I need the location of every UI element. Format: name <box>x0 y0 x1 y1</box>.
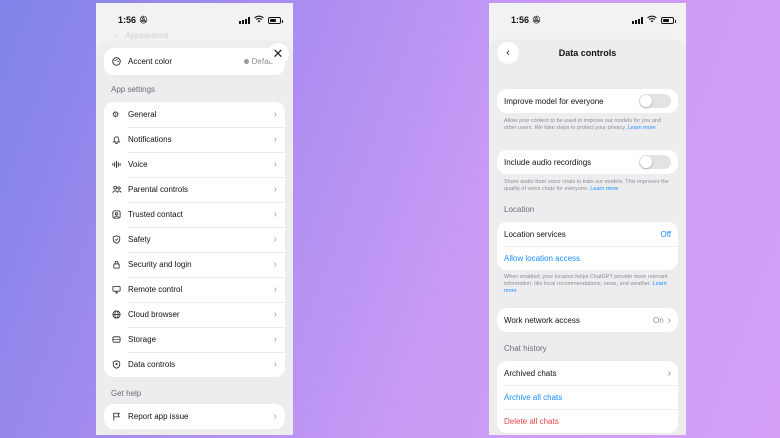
people-icon <box>112 185 128 194</box>
waveform-icon <box>112 160 128 169</box>
settings-item-data-controls[interactable]: Data controls › <box>104 352 285 377</box>
chevron-right-icon: › <box>273 359 277 370</box>
archived-chats-row[interactable]: Archived chats › <box>497 361 678 385</box>
silent-bell-icon: 🔕︎ <box>139 17 148 24</box>
monitor-icon <box>112 285 128 294</box>
location-services-value: Off <box>660 229 671 239</box>
accent-color-label: Accent color <box>128 57 173 66</box>
palette-icon <box>112 57 128 66</box>
left-phone-screen: 1:56 🔕︎ ☼ Appearance ✕ Accent color Defa… <box>96 3 293 435</box>
archived-chats-label: Archived chats <box>504 368 557 378</box>
app-settings-card: ⚙︎ General › Notifications › Voice › Par… <box>104 102 285 377</box>
settings-item-cloud-browser[interactable]: Cloud browser › <box>104 302 285 327</box>
chevron-right-icon: › <box>273 284 277 295</box>
close-icon: ✕ <box>272 46 284 61</box>
work-network-label: Work network access <box>504 315 580 325</box>
chevron-right-icon: › <box>273 209 277 220</box>
audio-card: Include audio recordings <box>497 150 678 174</box>
audio-recordings-toggle[interactable] <box>639 155 671 169</box>
status-bar: 1:56 🔕︎ <box>489 3 686 37</box>
close-button[interactable]: ✕ <box>267 43 289 65</box>
get-help-header: Get help <box>111 389 142 398</box>
location-services-row[interactable]: Location services Off <box>497 222 678 246</box>
page-title: Data controls <box>558 48 617 58</box>
audio-recordings-row: Include audio recordings <box>497 150 678 174</box>
shield-icon <box>112 235 128 244</box>
chevron-right-icon: › <box>273 234 277 245</box>
work-network-row[interactable]: Work network access On › <box>497 308 678 332</box>
archive-all-button[interactable]: Archive all chats <box>504 393 671 402</box>
delete-all-button[interactable]: Delete all chats <box>504 417 671 426</box>
chevron-right-icon: › <box>273 184 277 195</box>
improve-model-note: Allow your content to be used to improve… <box>504 118 662 131</box>
settings-item-report-issue[interactable]: Report app issue › <box>104 404 285 429</box>
contact-icon <box>112 210 128 219</box>
bell-icon <box>112 135 128 144</box>
cellular-signal-icon <box>632 16 643 24</box>
get-help-card: Report app issue › <box>104 404 285 429</box>
accent-color-row[interactable]: Accent color Default <box>104 48 285 75</box>
accent-color-swatch <box>243 59 249 64</box>
improve-model-label: Improve model for everyone <box>504 96 604 106</box>
chat-history-header: Chat history <box>504 344 547 353</box>
audio-note: Share audio from voice chats to train ou… <box>504 179 669 192</box>
chevron-right-icon: › <box>667 314 671 326</box>
chevron-right-icon: › <box>273 159 277 170</box>
settings-item-general[interactable]: ⚙︎ General › <box>104 102 285 127</box>
status-bar: 1:56 🔕︎ <box>96 3 293 37</box>
chevron-right-icon: › <box>667 367 671 379</box>
delete-all-row[interactable]: Delete all chats <box>497 409 678 433</box>
audio-learn-more-link[interactable]: Learn more <box>590 186 618 192</box>
flag-icon <box>112 412 128 421</box>
settings-item-security-login[interactable]: Security and login › <box>104 252 285 277</box>
chevron-right-icon: › <box>273 411 277 422</box>
improve-model-row: Improve model for everyone <box>497 89 678 113</box>
chat-history-card: Archived chats › Archive all chats Delet… <box>497 361 678 433</box>
location-header: Location <box>504 205 535 214</box>
chevron-right-icon: › <box>273 134 277 145</box>
app-settings-header: App settings <box>111 85 156 94</box>
allow-location-button[interactable]: Allow location access <box>504 254 671 263</box>
chevron-right-icon: › <box>273 109 277 120</box>
status-time: 1:56 <box>511 15 530 25</box>
settings-item-remote-control[interactable]: Remote control › <box>104 277 285 302</box>
chevron-right-icon: › <box>273 309 277 320</box>
archive-all-row[interactable]: Archive all chats <box>497 385 678 409</box>
chevron-right-icon: › <box>273 259 277 270</box>
battery-icon <box>661 16 676 24</box>
improve-model-toggle[interactable] <box>639 94 671 108</box>
wifi-icon <box>254 15 264 25</box>
improve-model-card: Improve model for everyone <box>497 89 678 113</box>
accent-card: Accent color Default <box>104 48 285 75</box>
wifi-icon <box>647 15 657 25</box>
data-shield-icon <box>112 360 128 369</box>
battery-icon <box>268 16 283 24</box>
settings-item-notifications[interactable]: Notifications › <box>104 127 285 152</box>
lock-icon <box>112 260 128 269</box>
improve-model-learn-more-link[interactable]: Learn more <box>628 125 656 131</box>
settings-item-safety[interactable]: Safety › <box>104 227 285 252</box>
location-card: Location services Off Allow location acc… <box>497 222 678 270</box>
settings-item-trusted-contact[interactable]: Trusted contact › <box>104 202 285 227</box>
storage-icon <box>112 335 128 344</box>
audio-recordings-label: Include audio recordings <box>504 157 592 167</box>
location-note: When enabled, your location helps ChatGP… <box>504 274 668 294</box>
chevron-right-icon: › <box>273 334 277 345</box>
settings-item-storage[interactable]: Storage › <box>104 327 285 352</box>
allow-location-row[interactable]: Allow location access <box>497 246 678 270</box>
gear-icon: ⚙︎ <box>112 110 120 119</box>
settings-item-voice[interactable]: Voice › <box>104 152 285 177</box>
status-time: 1:56 <box>118 15 137 25</box>
silent-bell-icon: 🔕︎ <box>532 17 541 24</box>
globe-icon <box>112 310 128 319</box>
location-services-label: Location services <box>504 229 566 239</box>
right-phone-screen: 1:56 🔕︎ ‹ Data controls Improve model fo… <box>489 3 686 435</box>
settings-item-parental-controls[interactable]: Parental controls › <box>104 177 285 202</box>
cellular-signal-icon <box>239 16 250 24</box>
work-network-value: On <box>652 315 664 325</box>
work-network-card: Work network access On › <box>497 308 678 332</box>
